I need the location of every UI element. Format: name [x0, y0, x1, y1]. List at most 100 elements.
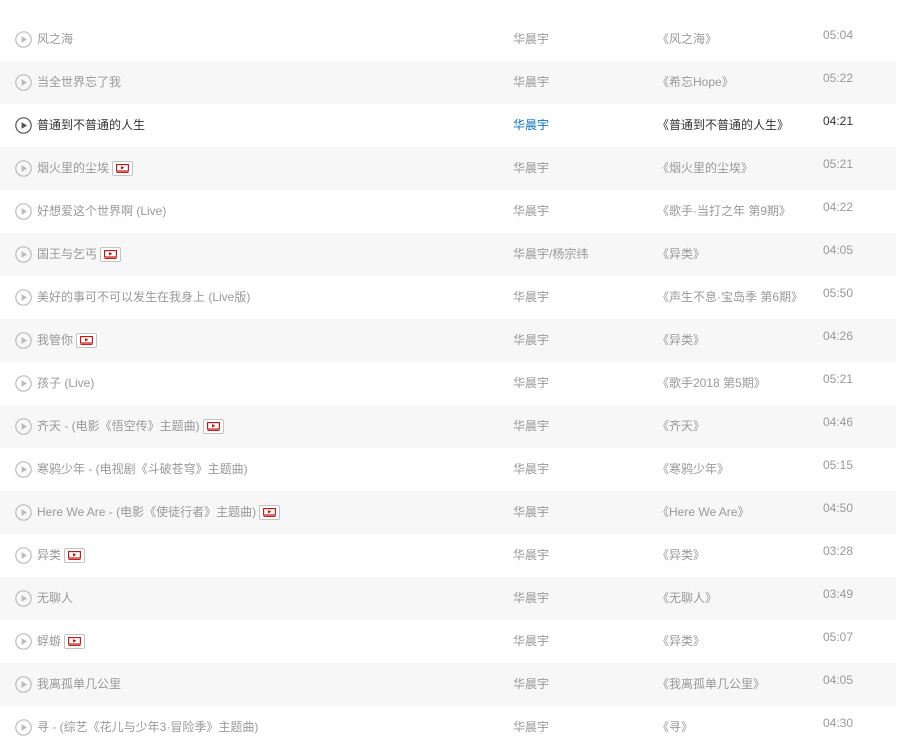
- song-row[interactable]: 我管你 华晨宇 《异类》 04:26: [0, 319, 896, 362]
- song-row[interactable]: 风之海 华晨宇 《风之海》 05:04: [0, 18, 896, 61]
- mv-icon[interactable]: [202, 419, 224, 434]
- play-icon[interactable]: [15, 117, 32, 134]
- song-artist[interactable]: 华晨宇: [513, 276, 549, 319]
- song-row[interactable]: 无聊人 华晨宇 《无聊人》 03:49: [0, 577, 896, 620]
- song-album[interactable]: 《齐天》: [657, 405, 705, 448]
- song-artist[interactable]: 华晨宇: [513, 448, 549, 491]
- song-row[interactable]: 烟火里的尘埃 华晨宇 《烟火里的尘埃》 05:21: [0, 147, 896, 190]
- song-duration: 05:07: [823, 630, 854, 644]
- song-row[interactable]: 当全世界忘了我 华晨宇 《希忘Hope》 05:22: [0, 61, 896, 104]
- song-row[interactable]: 寻 - (综艺《花儿与少年3·冒险季》主题曲) 华晨宇 《寻》 04:30: [0, 706, 896, 749]
- play-icon[interactable]: [15, 590, 32, 607]
- mv-icon[interactable]: [64, 634, 86, 649]
- song-artist[interactable]: 华晨宇: [513, 577, 549, 620]
- song-title[interactable]: 好想爱这个世界啊 (Live): [37, 190, 166, 233]
- song-title[interactable]: 蜉蝣: [37, 620, 61, 663]
- song-title[interactable]: 齐天 - (电影《悟空传》主题曲): [37, 405, 200, 448]
- song-title[interactable]: 美好的事可不可以发生在我身上 (Live版): [37, 276, 250, 319]
- song-album[interactable]: 《异类》: [657, 233, 705, 276]
- song-artist[interactable]: 华晨宇: [513, 319, 549, 362]
- song-artist[interactable]: 华晨宇: [513, 362, 549, 405]
- song-row[interactable]: 国王与乞丐 华晨宇/杨宗纬 《异类》 04:05: [0, 233, 896, 276]
- song-title-cell: 寻 - (综艺《花儿与少年3·冒险季》主题曲): [37, 706, 258, 749]
- song-artist[interactable]: 华晨宇: [513, 61, 549, 104]
- song-title[interactable]: 普通到不普通的人生: [37, 104, 145, 147]
- song-duration: 04:46: [823, 415, 854, 429]
- song-row[interactable]: 蜉蝣 华晨宇 《异类》 05:07: [0, 620, 896, 663]
- song-title[interactable]: 我管你: [37, 319, 73, 362]
- play-icon[interactable]: [15, 504, 32, 521]
- song-album[interactable]: 《希忘Hope》: [657, 61, 734, 104]
- song-title[interactable]: 寻 - (综艺《花儿与少年3·冒险季》主题曲): [37, 706, 258, 749]
- song-artist[interactable]: 华晨宇: [513, 104, 549, 147]
- play-icon[interactable]: [15, 461, 32, 478]
- song-title-cell: 美好的事可不可以发生在我身上 (Live版): [37, 276, 250, 319]
- song-row[interactable]: 普通到不普通的人生 华晨宇 《普通到不普通的人生》 04:21: [0, 104, 896, 147]
- song-album[interactable]: 《歌手2018 第5期》: [657, 362, 766, 405]
- play-icon[interactable]: [15, 375, 32, 392]
- song-album[interactable]: 《歌手·当打之年 第9期》: [657, 190, 791, 233]
- song-album[interactable]: 《烟火里的尘埃》: [657, 147, 753, 190]
- song-artist[interactable]: 华晨宇: [513, 663, 549, 706]
- song-album[interactable]: 《风之海》: [657, 18, 717, 61]
- song-artist[interactable]: 华晨宇: [513, 491, 549, 534]
- song-row[interactable]: 齐天 - (电影《悟空传》主题曲) 华晨宇 《齐天》 04:46: [0, 405, 896, 448]
- song-row[interactable]: Here We Are - (电影《使徒行者》主题曲) 华晨宇 《Here We A…: [0, 491, 896, 534]
- song-artist[interactable]: 华晨宇: [513, 405, 549, 448]
- song-row[interactable]: 好想爱这个世界啊 (Live) 华晨宇 《歌手·当打之年 第9期》 04:22: [0, 190, 896, 233]
- play-icon[interactable]: [15, 289, 32, 306]
- song-album[interactable]: 《异类》: [657, 319, 705, 362]
- song-artist[interactable]: 华晨宇: [513, 190, 549, 233]
- song-row[interactable]: 寒鸦少年 - (电视剧《斗破苍穹》主题曲) 华晨宇 《寒鸦少年》 05:15: [0, 448, 896, 491]
- play-icon[interactable]: [15, 31, 32, 48]
- song-duration: 05:04: [823, 28, 854, 42]
- play-icon[interactable]: [15, 633, 32, 650]
- song-album[interactable]: 《我离孤单几公里》: [657, 663, 765, 706]
- song-title[interactable]: 寒鸦少年 - (电视剧《斗破苍穹》主题曲): [37, 448, 248, 491]
- song-row[interactable]: 异类 华晨宇 《异类》 03:28: [0, 534, 896, 577]
- song-album[interactable]: 《异类》: [657, 534, 705, 577]
- song-artist[interactable]: 华晨宇: [513, 620, 549, 663]
- song-artist[interactable]: 华晨宇: [513, 147, 549, 190]
- play-icon[interactable]: [15, 418, 32, 435]
- song-title[interactable]: 烟火里的尘埃: [37, 147, 109, 190]
- song-album[interactable]: 《声生不息·宝岛季 第6期》: [657, 276, 803, 319]
- song-album[interactable]: 《普通到不普通的人生》: [657, 104, 789, 147]
- mv-icon[interactable]: [259, 505, 281, 520]
- song-title[interactable]: 异类: [37, 534, 61, 577]
- song-album[interactable]: 《无聊人》: [657, 577, 717, 620]
- play-icon[interactable]: [15, 332, 32, 349]
- play-icon[interactable]: [15, 203, 32, 220]
- song-artist[interactable]: 华晨宇: [513, 18, 549, 61]
- song-title[interactable]: 无聊人: [37, 577, 73, 620]
- song-album[interactable]: 《寻》: [657, 706, 693, 749]
- song-title[interactable]: Here We Are - (电影《使徒行者》主题曲): [37, 491, 256, 534]
- song-row[interactable]: 我离孤单几公里 华晨宇 《我离孤单几公里》 04:05: [0, 663, 896, 706]
- play-icon[interactable]: [15, 160, 32, 177]
- mv-icon[interactable]: [100, 247, 122, 262]
- song-title[interactable]: 我离孤单几公里: [37, 663, 121, 706]
- song-album[interactable]: 《寒鸦少年》: [657, 448, 729, 491]
- song-artist[interactable]: 华晨宇: [513, 706, 549, 749]
- mv-icon[interactable]: [76, 333, 98, 348]
- song-title[interactable]: 国王与乞丐: [37, 233, 97, 276]
- play-icon[interactable]: [15, 74, 32, 91]
- play-icon[interactable]: [15, 719, 32, 736]
- song-list: 风之海 华晨宇 《风之海》 05:04 当全世界忘了我 华晨宇 《希忘Hope》 05:22 普…: [0, 18, 896, 749]
- song-title[interactable]: 当全世界忘了我: [37, 61, 121, 104]
- song-title[interactable]: 风之海: [37, 18, 73, 61]
- play-icon[interactable]: [15, 676, 32, 693]
- song-album[interactable]: 《异类》: [657, 620, 705, 663]
- play-icon[interactable]: [15, 246, 32, 263]
- mv-icon[interactable]: [64, 548, 86, 563]
- song-row[interactable]: 孩子 (Live) 华晨宇 《歌手2018 第5期》 05:21: [0, 362, 896, 405]
- song-artist[interactable]: 华晨宇/杨宗纬: [513, 233, 588, 276]
- song-row[interactable]: 美好的事可不可以发生在我身上 (Live版) 华晨宇 《声生不息·宝岛季 第6期》 0…: [0, 276, 896, 319]
- play-icon[interactable]: [15, 547, 32, 564]
- mv-icon[interactable]: [112, 161, 134, 176]
- song-album[interactable]: 《Here We Are》: [657, 491, 749, 534]
- song-duration: 04:22: [823, 200, 854, 214]
- song-duration: 04:21: [823, 114, 854, 128]
- song-title[interactable]: 孩子 (Live): [37, 362, 94, 405]
- song-artist[interactable]: 华晨宇: [513, 534, 549, 577]
